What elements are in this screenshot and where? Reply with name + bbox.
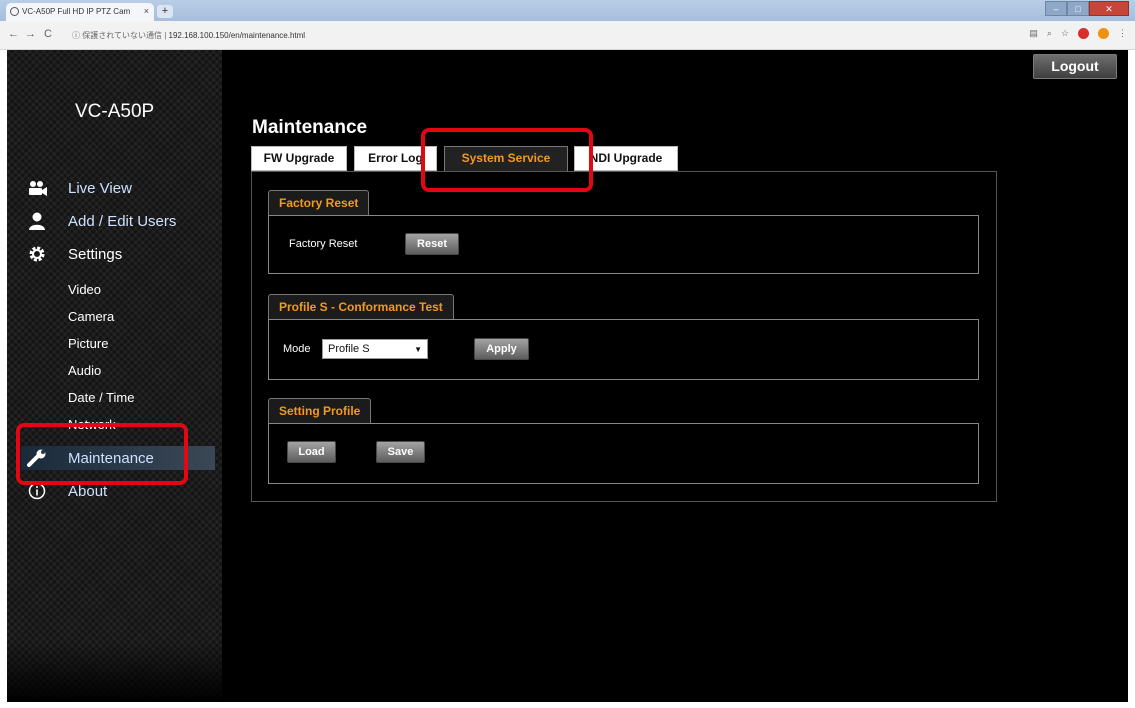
- address-bar[interactable]: ⓘ 保護されていない通信 | 192.168.100.150/en/mainte…: [72, 26, 1002, 44]
- globe-icon: [10, 7, 19, 16]
- sidebar-item-label: Live View: [68, 179, 132, 197]
- window-minimize-button[interactable]: –: [1045, 1, 1067, 16]
- factory-reset-body: Factory Reset Reset: [268, 215, 979, 274]
- mode-select[interactable]: Profile S ▼: [322, 339, 428, 359]
- live-view-icon: [27, 179, 47, 197]
- browser-tab[interactable]: VC-A50P Full HD IP PTZ Cam ×: [6, 3, 154, 21]
- security-indicator: ⓘ 保護されていない通信 |: [72, 31, 167, 40]
- sidebar-subitem-camera[interactable]: Camera: [68, 309, 114, 324]
- user-icon: [27, 212, 47, 230]
- load-button[interactable]: Load: [287, 441, 336, 463]
- dropdown-arrow-icon: ▼: [414, 345, 422, 354]
- menu-dots-icon[interactable]: ⋮: [1118, 28, 1127, 39]
- sidebar: VC-A50P Live View Add / Edit Users Setti…: [7, 50, 222, 702]
- reset-button[interactable]: Reset: [405, 233, 459, 255]
- url-text: 192.168.100.150/en/maintenance.html: [168, 31, 306, 40]
- gear-icon: [27, 245, 47, 263]
- setting-profile-heading: Setting Profile: [268, 398, 372, 423]
- apply-button[interactable]: Apply: [474, 338, 529, 360]
- forward-icon[interactable]: →: [25, 28, 36, 40]
- sidebar-item-label: Add / Edit Users: [68, 212, 177, 230]
- sidebar-item-add-edit-users[interactable]: Add / Edit Users: [27, 210, 176, 232]
- sidebar-subitem-audio[interactable]: Audio: [68, 363, 101, 378]
- tab-close-icon[interactable]: ×: [144, 6, 149, 16]
- browser-toolbar: ← → C ⓘ 保護されていない通信 | 192.168.100.150/en/…: [0, 21, 1135, 50]
- model-name: VC-A50P: [75, 101, 155, 122]
- sidebar-item-label: Settings: [68, 245, 123, 263]
- zoom-icon[interactable]: ⌕: [1047, 28, 1052, 39]
- sidebar-item-label: About: [68, 482, 108, 500]
- annotation-highlight-system-service: [421, 128, 593, 192]
- tab-fw-upgrade[interactable]: FW Upgrade: [251, 146, 347, 171]
- profile-s-body: Mode Profile S ▼ Apply: [268, 319, 979, 380]
- sidebar-subitem-picture[interactable]: Picture: [68, 336, 108, 351]
- window-maximize-button[interactable]: □: [1067, 1, 1089, 16]
- window-controls: – □ ✕: [1045, 1, 1129, 17]
- page-viewport: VC-A50P Live View Add / Edit Users Setti…: [7, 50, 1128, 702]
- extension-red-icon[interactable]: [1078, 28, 1089, 39]
- window-close-button[interactable]: ✕: [1089, 1, 1129, 16]
- new-tab-button[interactable]: +: [157, 5, 173, 18]
- back-icon[interactable]: ←: [8, 28, 19, 40]
- annotation-highlight-maintenance: [16, 423, 188, 485]
- translate-icon[interactable]: ▤: [1029, 28, 1038, 39]
- mode-select-value: Profile S: [328, 343, 370, 355]
- sidebar-item-settings[interactable]: Settings: [27, 243, 122, 265]
- mode-label: Mode: [283, 343, 311, 355]
- profile-icon[interactable]: [1098, 28, 1109, 39]
- system-service-panel: Factory Reset Factory Reset Reset Profil…: [251, 171, 997, 502]
- profile-s-heading: Profile S - Conformance Test: [268, 294, 454, 319]
- save-button[interactable]: Save: [376, 441, 425, 463]
- logout-button[interactable]: Logout: [1033, 54, 1117, 79]
- extension-icons: ▤ ⌕ ☆ ⋮: [1029, 28, 1127, 39]
- sidebar-subitem-video[interactable]: Video: [68, 282, 101, 297]
- setting-profile-body: Load Save: [268, 423, 979, 484]
- bookmark-star-icon[interactable]: ☆: [1061, 28, 1069, 39]
- browser-tab-title: VC-A50P Full HD IP PTZ Cam: [22, 7, 131, 16]
- factory-reset-label: Factory Reset: [289, 238, 358, 250]
- sidebar-item-live-view[interactable]: Live View: [27, 177, 132, 199]
- browser-titlebar: VC-A50P Full HD IP PTZ Cam × + – □ ✕: [0, 0, 1135, 21]
- sidebar-subitem-date-time[interactable]: Date / Time: [68, 390, 134, 405]
- factory-reset-heading: Factory Reset: [268, 190, 370, 215]
- page-title: Maintenance: [252, 117, 368, 138]
- reload-icon[interactable]: C: [44, 28, 52, 40]
